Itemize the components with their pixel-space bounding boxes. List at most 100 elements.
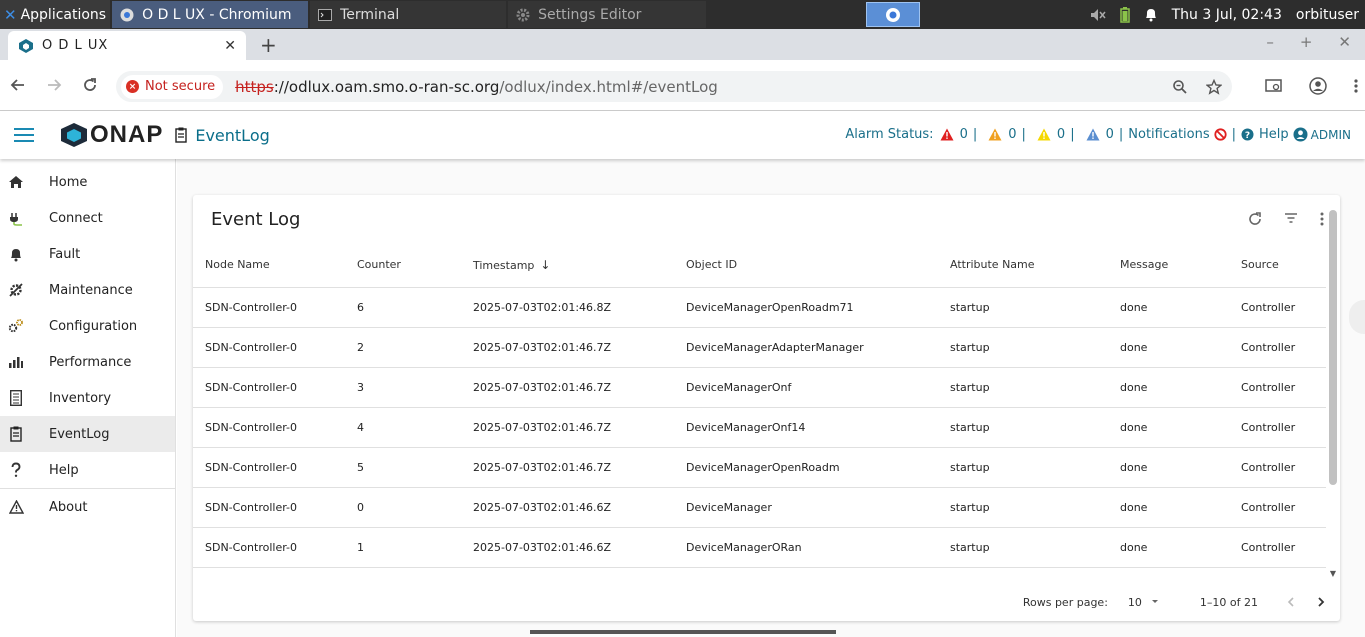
onap-logo[interactable]: ONAP [60,121,163,149]
os-taskbar: ✕ Applications O D L UX - Chromium Termi… [0,0,1365,29]
task-chromium[interactable]: O D L UX - Chromium [112,1,309,28]
cell-counter: 0 [345,487,461,528]
tab-search-icon[interactable] [1265,78,1283,94]
eventlog-title: Event Log [211,208,301,230]
arrow-left-icon [10,79,24,91]
alarm-major[interactable]: 0 [982,127,1017,142]
cell-source: Controller [1229,327,1338,368]
profile-icon[interactable] [1309,77,1327,95]
browser-tab-bar: O D L UX ✕ + – + ✕ [0,29,1365,60]
url-text[interactable]: https://odlux.oam.smo.o-ran-sc.org/odlux… [235,78,718,96]
page-horizontal-scrollbar[interactable] [530,630,836,634]
table-header-row: Node Name Counter Timestamp ↓ Object ID A… [193,243,1338,288]
column-header-node-name[interactable]: Node Name [193,243,345,288]
sidebar-item-inventory[interactable]: Inventory [0,380,175,416]
address-bar: × Not secure https://odlux.oam.smo.o-ran… [0,60,1365,111]
taskbar-chromium-launcher[interactable] [865,2,920,27]
task-settings-editor[interactable]: Settings Editor [508,1,707,28]
menu-toggle-button[interactable] [14,127,36,143]
sidebar-item-fault[interactable]: Fault [0,236,175,272]
sidebar-item-connect[interactable]: Connect [0,200,175,236]
sidebar-item-eventlog[interactable]: EventLog [0,416,175,452]
hamburger-icon [14,128,34,142]
table-row[interactable]: SDN-Controller-0 3 2025-07-03T02:01:46.7… [193,367,1338,408]
rows-per-page-select[interactable]: 10 [1128,596,1162,609]
cell-object-id: DeviceManagerOpenRoadm [674,447,938,488]
notification-bell-icon[interactable] [1144,7,1158,22]
cell-node-name: SDN-Controller-0 [193,367,345,408]
refresh-icon [1249,212,1261,225]
applications-label: Applications [20,6,107,23]
next-page-button[interactable] [1316,596,1326,608]
scrollbar-thumb[interactable] [1329,210,1337,485]
cell-counter: 3 [345,367,461,408]
zoom-icon[interactable] [1172,79,1188,95]
column-header-message[interactable]: Message [1108,243,1229,288]
sort-desc-icon: ↓ [540,257,551,272]
url-omnibox[interactable]: × Not secure https://odlux.oam.smo.o-ran… [116,71,1232,102]
forward-button[interactable] [36,77,72,93]
battery-icon[interactable] [1119,6,1130,23]
column-header-object-id[interactable]: Object ID [674,243,938,288]
notifications-button[interactable]: Notifications [1128,127,1227,142]
filter-button[interactable] [1284,212,1298,226]
column-header-source[interactable]: Source [1229,243,1338,288]
logo-text: ONAP [90,121,164,148]
table-row[interactable]: SDN-Controller-0 0 2025-07-03T02:01:46.6… [193,487,1338,528]
table-row[interactable]: SDN-Controller-0 1 2025-07-03T02:01:46.6… [193,527,1338,568]
table-row[interactable]: SDN-Controller-0 2 2025-07-03T02:01:46.7… [193,327,1338,368]
column-header-attribute-name[interactable]: Attribute Name [938,243,1108,288]
sidebar-item-maintenance[interactable]: Maintenance [0,272,175,308]
minimize-icon[interactable]: – [1266,33,1274,51]
major-warning-icon [988,128,1002,141]
alarm-warning[interactable]: 0 [1080,127,1114,142]
url-path: /odlux/index.html#/eventLog [499,77,718,96]
security-indicator[interactable]: × Not secure [121,74,224,99]
sidebar-item-performance[interactable]: Performance [0,344,175,380]
more-options-button[interactable] [1320,212,1324,226]
list-icon [8,390,24,406]
table-scrollbar[interactable]: ▼ [1326,210,1340,578]
cell-node-name: SDN-Controller-0 [193,407,345,448]
browser-menu-icon[interactable] [1353,78,1359,94]
tab-close-icon[interactable]: ✕ [224,38,236,54]
cell-attribute-name: startup [938,287,1108,328]
cell-source: Controller [1229,407,1338,448]
eventlog-card: Event Log Node Name Counter Timestamp ↓ … [193,195,1340,621]
sidebar-item-help[interactable]: Help [0,452,175,488]
user-name[interactable]: orbituser [1296,7,1359,23]
clock[interactable]: Thu 3 Jul, 02:43 [1172,7,1282,23]
previous-page-button[interactable] [1286,596,1296,608]
scroll-down-icon[interactable]: ▼ [1330,569,1336,578]
page-title: EventLog [175,126,270,145]
help-circle-icon: ? [1241,128,1254,141]
alarm-critical[interactable]: 0 [934,127,968,142]
table-row[interactable]: SDN-Controller-0 6 2025-07-03T02:01:46.8… [193,287,1338,328]
clipboard-icon [8,426,24,442]
close-window-icon[interactable]: ✕ [1338,33,1351,51]
volume-muted-icon[interactable] [1090,8,1106,22]
help-link[interactable]: ? Help [1241,127,1289,142]
app-header: ONAP EventLog Alarm Status: 0 | 0 | 0 | … [0,111,1365,159]
new-tab-button[interactable]: + [260,33,277,57]
cell-message: done [1108,287,1229,328]
applications-menu[interactable]: ✕ Applications [0,0,111,29]
back-button[interactable] [0,77,36,93]
refresh-button[interactable] [1248,212,1262,226]
sidebar-item-about[interactable]: About [0,489,175,525]
bell-icon [8,246,24,262]
table-row[interactable]: SDN-Controller-0 4 2025-07-03T02:01:46.7… [193,407,1338,448]
sidebar-item-home[interactable]: Home [0,164,175,200]
bookmark-star-icon[interactable] [1206,78,1222,95]
column-header-timestamp[interactable]: Timestamp ↓ [461,243,674,288]
sidebar-item-configuration[interactable]: Configuration [0,308,175,344]
user-menu[interactable]: ADMIN [1293,127,1351,142]
alarm-minor[interactable]: 0 [1031,127,1065,142]
browser-tab-odlux[interactable]: O D L UX ✕ [8,31,246,60]
task-terminal[interactable]: Terminal [310,1,507,28]
column-header-counter[interactable]: Counter [345,243,461,288]
table-row[interactable]: SDN-Controller-0 5 2025-07-03T02:01:46.7… [193,447,1338,488]
maximize-icon[interactable]: + [1300,33,1313,51]
reload-button[interactable] [72,77,108,93]
side-panel-handle[interactable] [1349,300,1365,334]
